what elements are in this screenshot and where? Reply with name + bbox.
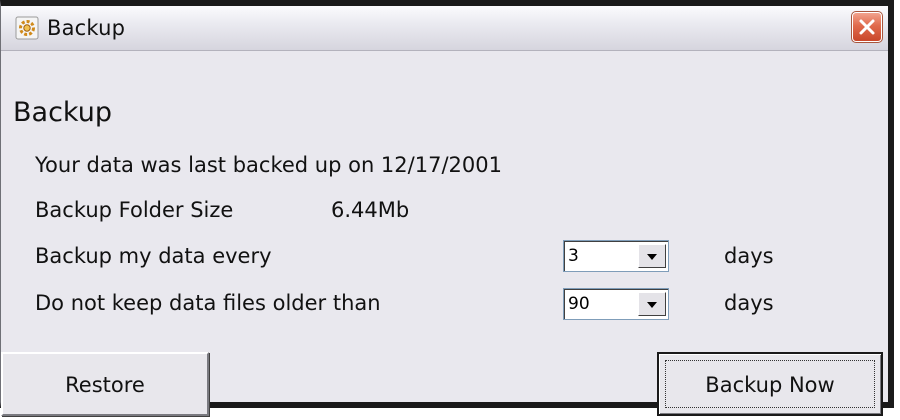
backup-window: Backup Backup Your data was last backed … <box>0 0 894 416</box>
last-backup-text: Your data was last backed up on 12/17/20… <box>35 153 502 177</box>
backup-frequency-value: 3 <box>568 246 579 266</box>
close-icon <box>859 19 875 35</box>
retention-value: 90 <box>568 294 590 314</box>
gear-icon <box>15 16 39 40</box>
retention-unit: days <box>724 291 774 315</box>
chevron-down-icon <box>647 302 657 308</box>
close-button[interactable] <box>851 11 883 43</box>
backup-now-button[interactable]: Backup Now <box>657 352 883 416</box>
page-heading: Backup <box>13 97 112 128</box>
chevron-down-icon <box>647 254 657 260</box>
folder-size-label: Backup Folder Size <box>35 198 234 222</box>
dropdown-button[interactable] <box>638 292 666 316</box>
backup-frequency-label: Backup my data every <box>35 244 272 268</box>
restore-button[interactable]: Restore <box>1 352 209 416</box>
backup-frequency-select[interactable]: 3 <box>563 240 669 272</box>
window-title: Backup <box>47 16 126 40</box>
title-bar[interactable]: Backup <box>1 6 888 51</box>
backup-frequency-unit: days <box>724 244 774 268</box>
retention-label: Do not keep data files older than <box>35 291 381 315</box>
retention-select[interactable]: 90 <box>563 288 669 320</box>
dropdown-button[interactable] <box>638 244 666 268</box>
folder-size-value: 6.44Mb <box>331 198 410 222</box>
backup-now-label: Backup Now <box>665 360 875 408</box>
